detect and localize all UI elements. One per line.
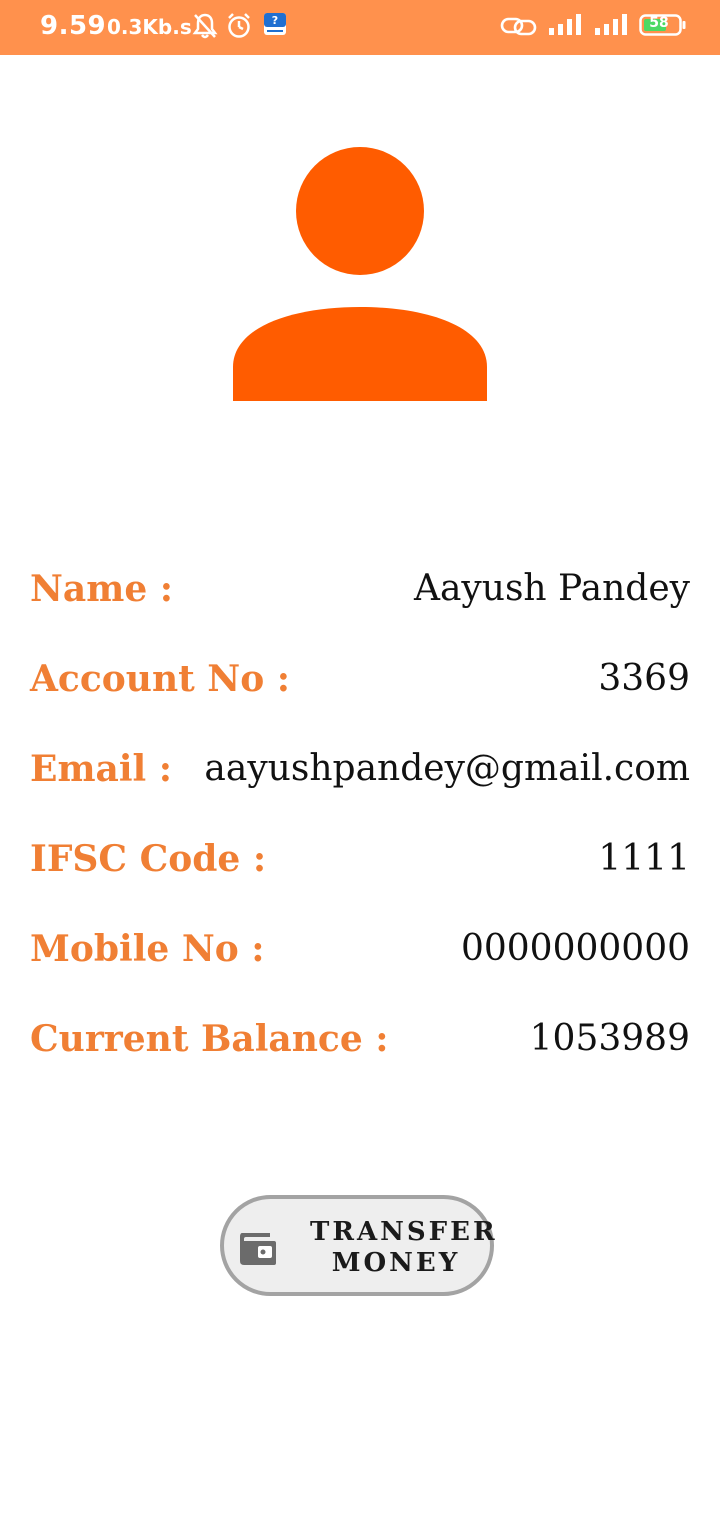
transfer-money-label: TRANSFER MONEY (310, 1217, 498, 1279)
ifsc-value: 1111 (598, 838, 690, 879)
svg-text:?: ? (272, 14, 278, 27)
bell-muted-icon (192, 12, 218, 44)
detail-row-email: Email : aayushpandey@gmail.com (30, 740, 690, 830)
status-time: 9.59 (40, 11, 107, 41)
transfer-money-button[interactable]: TRANSFER MONEY (220, 1195, 498, 1296)
alarm-icon (226, 12, 252, 44)
transfer-money-line1: TRANSFER (310, 1217, 498, 1247)
person-icon (233, 147, 487, 401)
detail-row-balance: Current Balance : 1053989 (30, 1010, 690, 1100)
account-no-value: 3369 (598, 658, 690, 699)
name-label: Name : (30, 568, 174, 610)
link-icon (500, 14, 538, 42)
network-speed: 0.3Kb.s (107, 15, 192, 39)
ifsc-label: IFSC Code : (30, 838, 267, 880)
detail-row-ifsc: IFSC Code : 1111 (30, 830, 690, 920)
balance-value: 1053989 (529, 1018, 690, 1059)
detail-row-mobile: Mobile No : 0000000000 (30, 920, 690, 1010)
wallet-icon (238, 1231, 278, 1271)
account-details: Name : Aayush Pandey Account No : 3369 E… (30, 560, 690, 1100)
balance-label: Current Balance : (30, 1018, 389, 1060)
transfer-money-line2: MONEY (331, 1248, 461, 1278)
email-label: Email : (30, 748, 173, 790)
detail-row-name: Name : Aayush Pandey (30, 560, 690, 650)
status-bar: 9.59 0.3Kb.s ? 58 (0, 0, 720, 55)
profile-avatar (232, 147, 488, 403)
battery-level: 58 (649, 15, 669, 31)
app-notification-icon: ? (263, 12, 287, 40)
signal-icon (548, 13, 584, 41)
mobile-label: Mobile No : (30, 928, 265, 970)
signal-icon (594, 13, 630, 41)
email-value: aayushpandey@gmail.com (204, 748, 690, 789)
account-no-label: Account No : (30, 658, 291, 700)
mobile-value: 0000000000 (460, 928, 690, 969)
detail-row-account-no: Account No : 3369 (30, 650, 690, 740)
name-value: Aayush Pandey (413, 568, 690, 609)
battery-icon: 58 (639, 14, 686, 36)
